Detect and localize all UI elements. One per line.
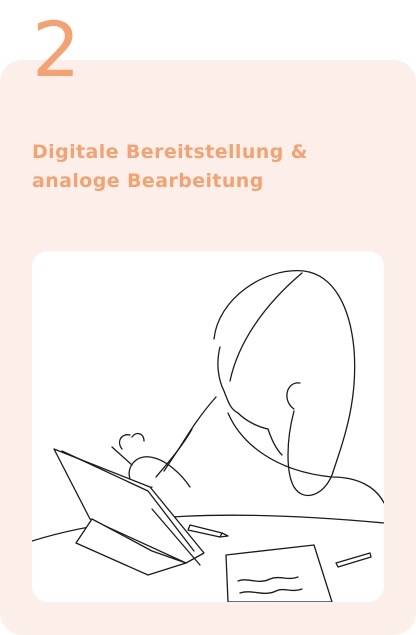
shirt-outline (163, 396, 384, 504)
card-title-line-1: Digitale Bereitstellung & (32, 141, 308, 163)
worksheet-paper (225, 544, 333, 602)
card-title: Digitale Bereitstellung & analoge Bearbe… (32, 138, 372, 196)
pencil-on-table (187, 524, 223, 538)
card-title-line-2: analoge Bearbeitung (32, 170, 264, 192)
face-outline (217, 346, 269, 430)
ear (286, 382, 301, 410)
hair-outline (213, 270, 356, 497)
illustration-panel (32, 251, 384, 602)
pen-right (335, 552, 372, 568)
hair-part (229, 272, 303, 382)
neck (267, 428, 283, 456)
step-number: 2 (32, 5, 81, 94)
stylus (111, 446, 133, 466)
hand-fingers (118, 432, 145, 450)
girl-drawing-on-tablet-illustration (32, 270, 384, 602)
